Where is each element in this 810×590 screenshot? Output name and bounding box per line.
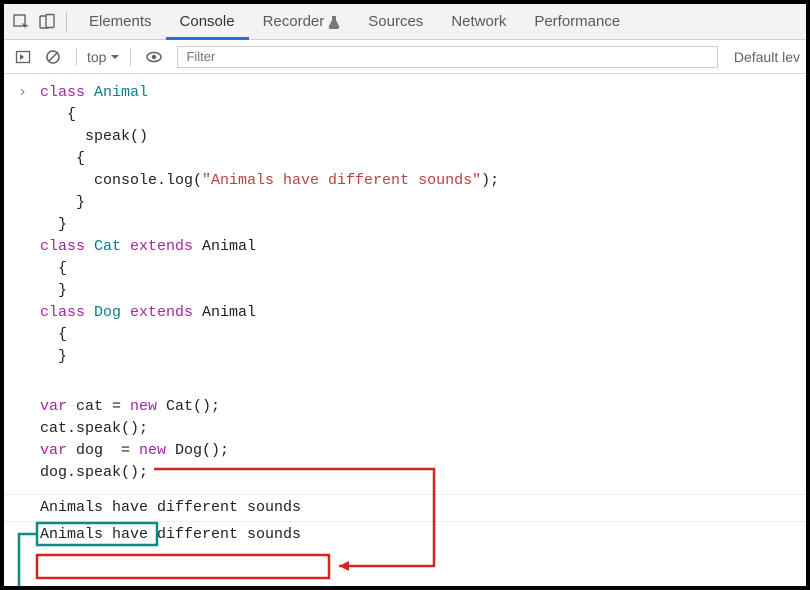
tab-recorder-label: Recorder <box>263 13 325 30</box>
filter-input[interactable] <box>177 46 717 68</box>
device-toggle-icon[interactable] <box>34 9 60 35</box>
tab-sources[interactable]: Sources <box>354 4 437 40</box>
flask-icon <box>328 15 340 29</box>
log-level-selector[interactable]: Default lev <box>734 49 800 65</box>
expand-marker[interactable]: › <box>18 82 40 104</box>
console-output: Animals have different sounds <box>4 521 806 548</box>
tab-performance[interactable]: Performance <box>520 4 634 40</box>
console-output: Animals have different sounds <box>4 494 806 521</box>
console-toolbar: top Default lev <box>4 40 806 74</box>
tab-network[interactable]: Network <box>437 4 520 40</box>
sidebar-toggle-icon[interactable] <box>10 44 36 70</box>
divider <box>130 48 131 66</box>
chevron-down-icon <box>110 52 120 62</box>
tab-console[interactable]: Console <box>166 4 249 40</box>
devtools-tabbar: Elements Console Recorder Sources Networ… <box>4 4 806 40</box>
tab-recorder[interactable]: Recorder <box>249 4 355 40</box>
tab-elements[interactable]: Elements <box>75 4 166 40</box>
live-expression-icon[interactable] <box>141 44 167 70</box>
divider <box>76 48 77 66</box>
context-label: top <box>87 49 106 65</box>
inspect-icon[interactable] <box>8 9 34 35</box>
code-row: › class Animal <box>4 82 806 104</box>
console-body: › class Animal { speak() { console.log("… <box>4 74 806 548</box>
divider <box>66 12 67 32</box>
context-selector[interactable]: top <box>87 49 120 65</box>
clear-console-icon[interactable] <box>40 44 66 70</box>
